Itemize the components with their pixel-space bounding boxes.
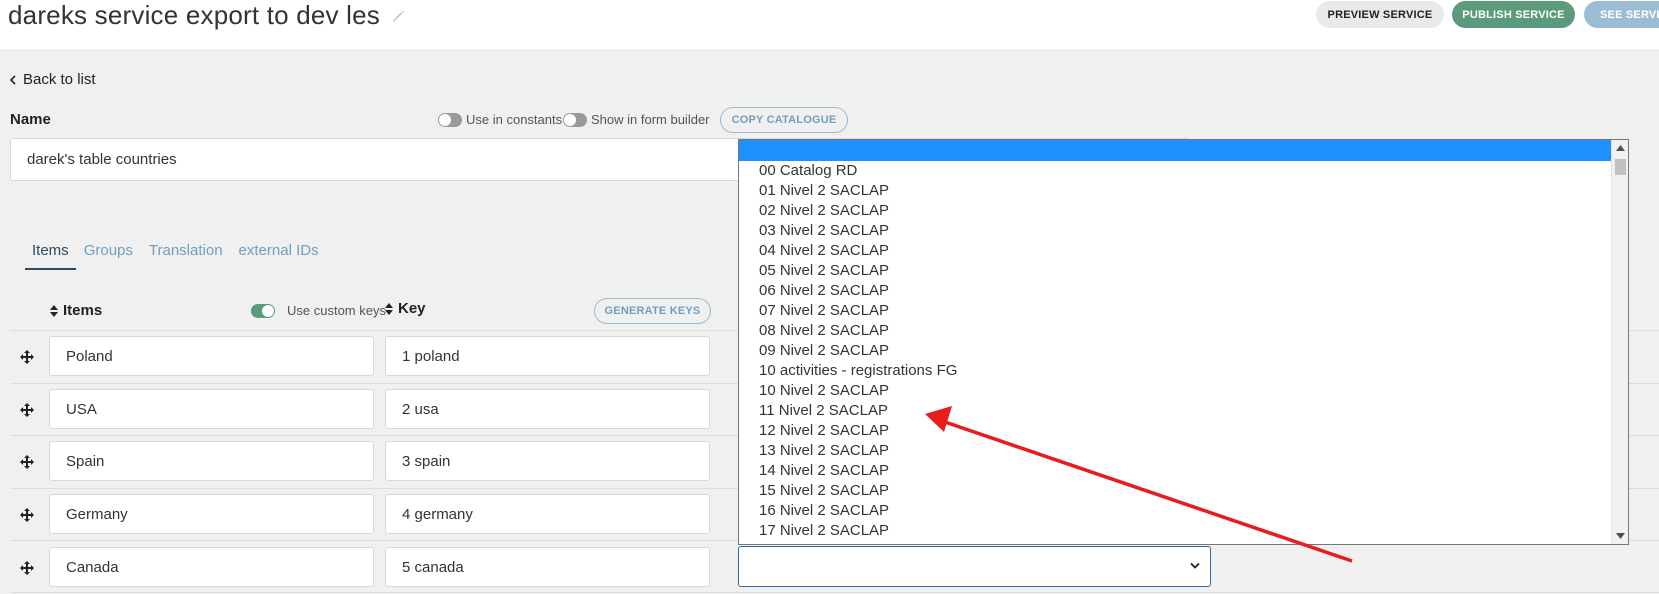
dropdown-option[interactable]: 17 Nivel 2 SACLAP bbox=[759, 521, 957, 541]
preview-service-button[interactable]: PREVIEW SERVICE bbox=[1316, 1, 1444, 28]
dropdown-option[interactable]: 13 Nivel 2 SACLAP bbox=[759, 441, 957, 461]
dropdown-option[interactable]: 16 Nivel 2 SACLAP bbox=[759, 501, 957, 521]
sort-icon bbox=[50, 304, 58, 317]
drag-handle-icon[interactable] bbox=[20, 403, 34, 417]
catalogue-dropdown-list[interactable]: 00 Catalog RD 01 Nivel 2 SACLAP 02 Nivel… bbox=[738, 139, 1629, 545]
show-in-form-builder-label: Show in form builder bbox=[591, 112, 710, 127]
see-service-button[interactable]: SEE SERVICE bbox=[1584, 1, 1659, 28]
back-to-list-label: Back to list bbox=[23, 71, 96, 88]
name-label: Name bbox=[10, 111, 51, 128]
tab-bar: Items Groups Translation external IDs bbox=[25, 240, 327, 272]
show-in-form-builder-toggle[interactable]: Show in form builder bbox=[563, 112, 710, 127]
tab-groups[interactable]: Groups bbox=[76, 240, 141, 270]
back-to-list-link[interactable]: Back to list bbox=[9, 71, 96, 88]
drag-handle-icon[interactable] bbox=[20, 455, 34, 469]
dropdown-option[interactable]: 06 Nivel 2 SACLAP bbox=[759, 281, 957, 301]
toggle-switch[interactable] bbox=[251, 303, 275, 318]
dropdown-option[interactable]: 12 Nivel 2 SACLAP bbox=[759, 421, 957, 441]
top-bar: dareks service export to dev les PREVIEW… bbox=[0, 0, 1659, 51]
items-column-header[interactable]: Items bbox=[49, 302, 102, 319]
dropdown-option[interactable]: 02 Nivel 2 SACLAP bbox=[759, 201, 957, 221]
generate-keys-button[interactable]: GENERATE KEYS bbox=[594, 298, 711, 324]
dropdown-option[interactable]: 08 Nivel 2 SACLAP bbox=[759, 321, 957, 341]
item-key-input[interactable]: 1 poland bbox=[385, 336, 710, 376]
key-column-header[interactable]: Key bbox=[384, 300, 426, 317]
chevron-down-icon bbox=[1190, 562, 1200, 569]
dropdown-option[interactable]: 09 Nivel 2 SACLAP bbox=[759, 341, 957, 361]
chevron-left-icon bbox=[9, 74, 16, 85]
dropdown-option[interactable]: 11 Nivel 2 SACLAP bbox=[759, 401, 957, 421]
dropdown-option[interactable]: 01 Nivel 2 SACLAP bbox=[759, 181, 957, 201]
dropdown-option[interactable]: 03 Nivel 2 SACLAP bbox=[759, 221, 957, 241]
publish-service-button[interactable]: PUBLISH SERVICE bbox=[1452, 1, 1575, 28]
item-name-input[interactable]: USA bbox=[49, 389, 374, 429]
use-custom-keys-label: Use custom keys bbox=[287, 303, 386, 318]
item-key-input[interactable]: 4 germany bbox=[385, 494, 710, 534]
item-key-input[interactable]: 5 canada bbox=[385, 547, 710, 587]
dropdown-option[interactable]: 15 Nivel 2 SACLAP bbox=[759, 481, 957, 501]
catalogue-select[interactable] bbox=[738, 546, 1211, 587]
item-name-input[interactable]: Poland bbox=[49, 336, 374, 376]
scroll-down-arrow-icon[interactable] bbox=[1616, 533, 1625, 539]
dropdown-option[interactable]: 10 activities - registrations FG bbox=[759, 361, 957, 381]
item-name-input[interactable]: Spain bbox=[49, 441, 374, 481]
item-name-input[interactable]: Germany bbox=[49, 494, 374, 534]
row-divider bbox=[10, 592, 1659, 593]
key-header-label: Key bbox=[398, 300, 426, 317]
items-header-label: Items bbox=[63, 302, 103, 319]
scrollbar-thumb[interactable] bbox=[1615, 159, 1626, 175]
use-in-constants-toggle[interactable]: Use in constants bbox=[438, 112, 562, 127]
use-in-constants-label: Use in constants bbox=[466, 112, 563, 127]
toggle-switch[interactable] bbox=[438, 112, 462, 127]
tab-external-ids[interactable]: external IDs bbox=[231, 240, 327, 270]
scroll-up-arrow-icon[interactable] bbox=[1616, 145, 1625, 151]
item-key-input[interactable]: 2 usa bbox=[385, 389, 710, 429]
sort-icon bbox=[385, 302, 393, 315]
dropdown-option[interactable]: 10 Nivel 2 SACLAP bbox=[759, 381, 957, 401]
pencil-icon[interactable] bbox=[390, 8, 406, 24]
drag-handle-icon[interactable] bbox=[20, 350, 34, 364]
dropdown-options: 00 Catalog RD 01 Nivel 2 SACLAP 02 Nivel… bbox=[759, 161, 957, 541]
copy-catalogue-button[interactable]: COPY CATALOGUE bbox=[720, 107, 848, 133]
drag-handle-icon[interactable] bbox=[20, 508, 34, 522]
tab-translation[interactable]: Translation bbox=[141, 240, 231, 270]
use-custom-keys-toggle[interactable]: Use custom keys bbox=[251, 303, 386, 318]
dropdown-option[interactable]: 04 Nivel 2 SACLAP bbox=[759, 241, 957, 261]
toggle-switch[interactable] bbox=[563, 112, 587, 127]
dropdown-option[interactable]: 00 Catalog RD bbox=[759, 161, 957, 181]
page-title: dareks service export to dev les bbox=[8, 0, 381, 30]
dropdown-highlighted-option[interactable] bbox=[739, 140, 1611, 161]
item-name-input[interactable]: Canada bbox=[49, 547, 374, 587]
dropdown-option[interactable]: 14 Nivel 2 SACLAP bbox=[759, 461, 957, 481]
item-key-input[interactable]: 3 spain bbox=[385, 441, 710, 481]
dropdown-scrollbar[interactable] bbox=[1611, 140, 1628, 544]
dropdown-option[interactable]: 05 Nivel 2 SACLAP bbox=[759, 261, 957, 281]
tab-items[interactable]: Items bbox=[25, 240, 76, 270]
dropdown-option[interactable]: 07 Nivel 2 SACLAP bbox=[759, 301, 957, 321]
drag-handle-icon[interactable] bbox=[20, 561, 34, 575]
